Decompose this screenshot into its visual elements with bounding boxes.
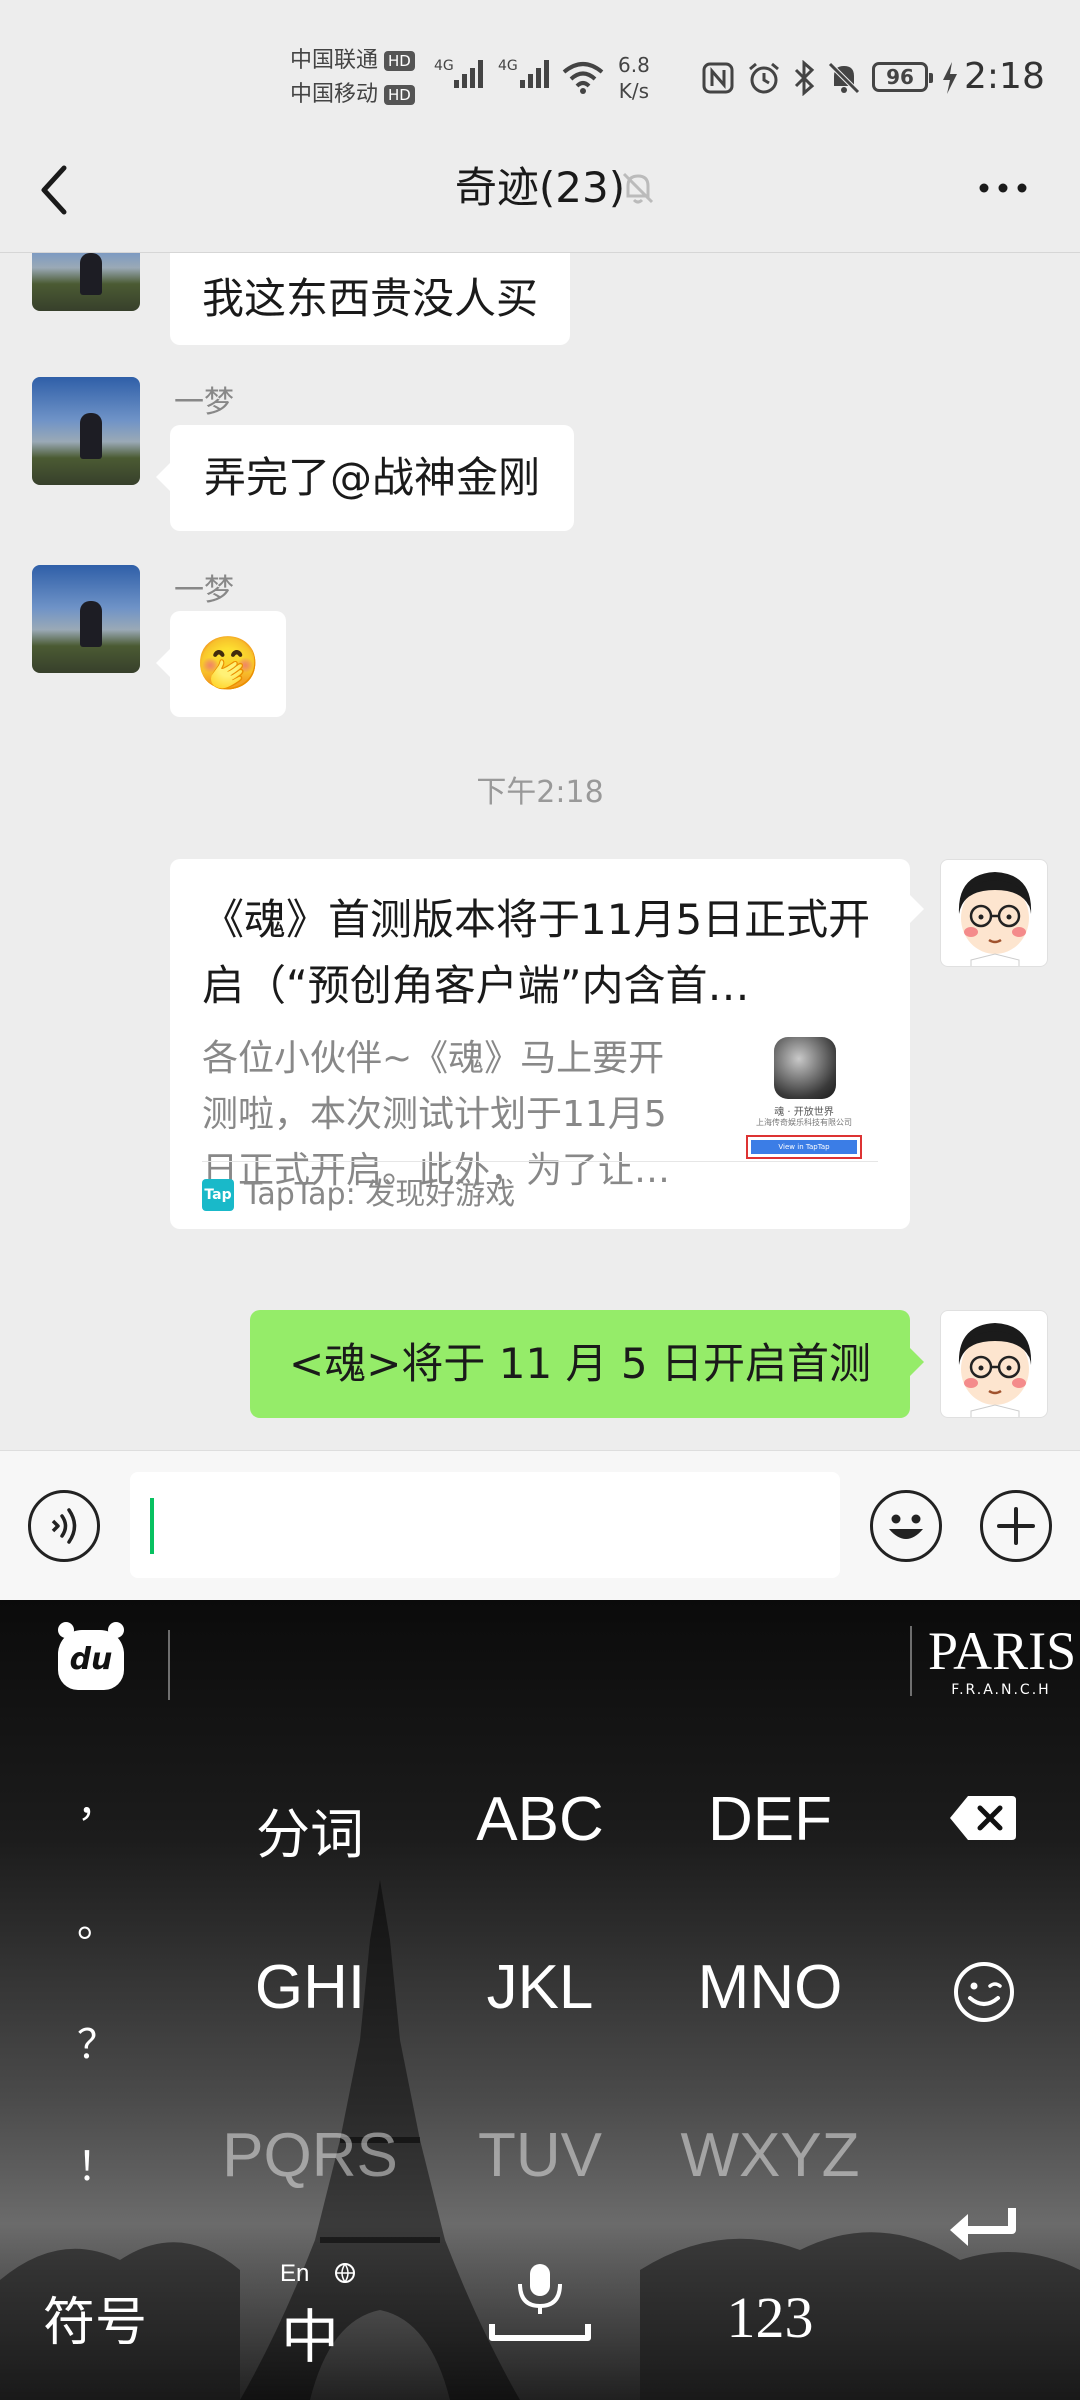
message-input[interactable]	[130, 1472, 840, 1578]
thumb-button: View in TapTap	[751, 1140, 857, 1154]
text-cursor	[150, 1498, 154, 1554]
card-source: TapTap: 发现好游戏	[244, 1177, 516, 1212]
key-numbers[interactable]: 123	[660, 2284, 880, 2351]
thumb-app-name: 魂 · 开放世界	[774, 1107, 834, 1118]
card-thumbnail: 魂 · 开放世界 上海传奇娱乐科技有限公司 View in TapTap	[736, 1035, 872, 1171]
thumb-highlight: View in TapTap	[746, 1135, 862, 1159]
plus-icon	[997, 1507, 1035, 1545]
avatar[interactable]	[32, 377, 140, 485]
taptap-logo: Tap	[202, 1179, 234, 1211]
emoji-message[interactable]: 🤭	[156, 611, 286, 717]
sender-name: 一梦	[174, 573, 234, 608]
signal-icon	[454, 60, 483, 88]
baidu-logo[interactable]: du	[58, 1630, 124, 1690]
network-type-1: 4G	[434, 58, 454, 74]
key-jkl[interactable]: JKL	[430, 1952, 650, 2023]
my-message-bubble[interactable]: <魂>将于 11 月 5 日开启首测	[250, 1310, 924, 1418]
avatar[interactable]	[32, 565, 140, 673]
key-pqrs[interactable]: PQRS	[200, 2120, 420, 2191]
bluetooth-icon	[794, 60, 815, 96]
sender-name: 一梦	[174, 385, 234, 420]
enter-key[interactable]	[946, 2204, 1022, 2256]
cartoon-face-icon	[958, 872, 1032, 966]
my-avatar[interactable]	[940, 859, 1048, 967]
key-lang-en: En	[280, 2260, 310, 2287]
key-fenci[interactable]: 分词	[200, 1790, 420, 1869]
more-button[interactable]	[978, 180, 1028, 196]
chat-area[interactable]: 我这东西贵没人买 一梦 弄完了@战神金刚 一梦 🤭 下午2:18 《魂》首测版本…	[0, 253, 1080, 1450]
card-title: 《魂》首测版本将于11月5日正式开启（“预创角客户端”内含首…	[202, 895, 871, 1010]
nfc-icon	[702, 62, 734, 94]
chat-title: 奇迹(23)	[454, 163, 626, 212]
card-description: 各位小伙伴~《魂》马上要开测啦，本次测试计划于11月5日正式开启。此外，为了让…	[202, 1038, 671, 1191]
emoji-key[interactable]	[952, 1960, 1016, 2024]
thumb-company: 上海传奇娱乐科技有限公司	[756, 1118, 852, 1127]
voice-icon	[51, 1508, 77, 1544]
emoji-icon	[889, 1514, 923, 1539]
key-exclamation[interactable]: ！	[62, 2134, 132, 2192]
emoji-button[interactable]	[870, 1490, 942, 1562]
status-bar: 中国联通 HD 中国移动 HD 4G 4G 6.8 K/s 96 2:18	[0, 0, 1080, 160]
alarm-icon	[749, 62, 779, 94]
toolbar-divider	[168, 1630, 170, 1700]
theme-logo: PARIS	[928, 1621, 1077, 1681]
key-wxyz[interactable]: WXYZ	[660, 2120, 880, 2191]
key-abc[interactable]: ABC	[430, 1784, 650, 1855]
my-avatar[interactable]	[940, 1310, 1048, 1418]
plus-button[interactable]	[980, 1490, 1052, 1562]
key-period[interactable]: 。	[62, 1890, 132, 1948]
key-comma[interactable]: ，	[62, 1770, 132, 1828]
battery-icon: 96	[872, 62, 933, 92]
toolbar-divider	[910, 1626, 912, 1696]
voice-button[interactable]	[28, 1490, 100, 1562]
keyboard: du PARIS F.R.A.N.C.H ， 。 ？ ！ 分词 ABC DEF …	[0, 1600, 1080, 2400]
key-question[interactable]: ？	[62, 2012, 132, 2070]
globe-icon	[335, 2263, 355, 2283]
logo-ear	[58, 1622, 74, 1638]
key-symbols[interactable]: 符号	[20, 2280, 170, 2355]
key-lang-switch[interactable]: 中	[270, 2290, 350, 2374]
timestamp: 下午2:18	[476, 775, 604, 810]
key-ghi[interactable]: GHI	[200, 1952, 420, 2023]
message-bubble[interactable]: 弄完了@战神金刚	[155, 425, 575, 531]
card-divider	[202, 1161, 878, 1162]
space-key[interactable]	[486, 2262, 594, 2352]
bell-off-icon	[622, 172, 654, 204]
cartoon-face-icon	[958, 1323, 1032, 1417]
network-speed: 6.8 K/s	[618, 53, 650, 103]
theme-sub: F.R.A.N.C.H	[951, 1682, 1051, 1698]
charging-icon	[943, 62, 957, 94]
key-def[interactable]: DEF	[660, 1784, 880, 1855]
key-tuv[interactable]: TUV	[430, 2120, 650, 2191]
network-type-2: 4G	[498, 58, 518, 74]
avatar[interactable]	[32, 253, 140, 311]
share-card[interactable]: 《魂》首测版本将于11月5日正式开启（“预创角客户端”内含首… 各位小伙伴~《魂…	[170, 859, 924, 1229]
wifi-icon	[562, 62, 604, 94]
carrier-2: 中国移动 HD	[290, 80, 415, 110]
signal-icon	[520, 60, 549, 88]
logo-ear	[108, 1622, 124, 1638]
key-mno[interactable]: MNO	[660, 1952, 880, 2023]
carrier-1: 中国联通 HD	[290, 46, 415, 76]
mute-icon	[828, 62, 860, 94]
message-bubble[interactable]: 我这东西贵没人买	[170, 253, 571, 345]
backspace-key[interactable]	[948, 1794, 1018, 1842]
clock: 2:18	[964, 56, 1045, 97]
app-icon	[774, 1037, 836, 1099]
